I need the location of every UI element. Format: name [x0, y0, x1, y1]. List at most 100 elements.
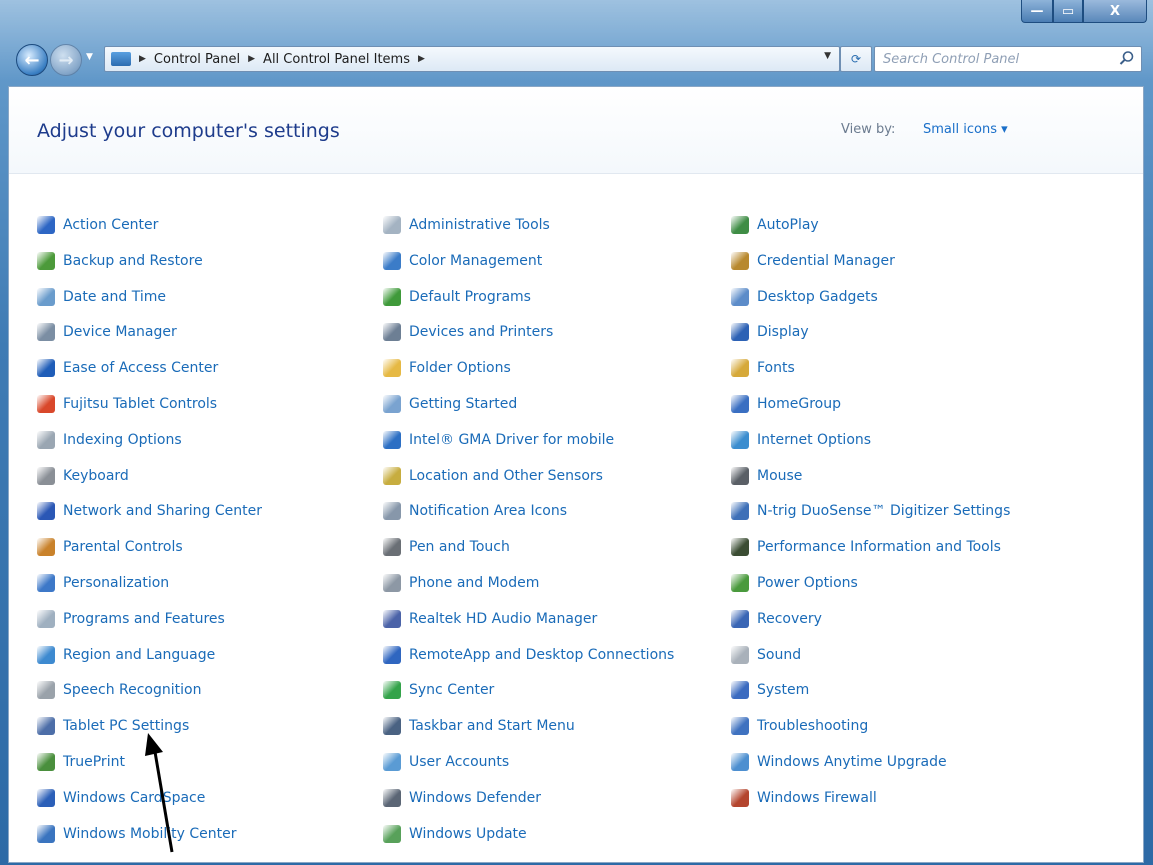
control-panel-item[interactable]: Credential Manager	[731, 249, 895, 273]
control-panel-item[interactable]: Mouse	[731, 464, 802, 488]
control-panel-item[interactable]: Backup and Restore	[37, 249, 203, 273]
close-button[interactable]: X	[1083, 0, 1147, 23]
control-panel-item[interactable]: Devices and Printers	[383, 320, 553, 344]
control-panel-item-label: Getting Started	[409, 396, 518, 412]
control-panel-item-label: Fujitsu Tablet Controls	[63, 396, 218, 412]
control-panel-item[interactable]: TruePrint	[37, 750, 125, 774]
control-panel-item[interactable]: Indexing Options	[37, 428, 182, 452]
control-panel-item[interactable]: Parental Controls	[37, 535, 183, 559]
breadcrumb-all-items[interactable]: All Control Panel Items	[263, 52, 410, 67]
view-by-label: View by:	[841, 122, 896, 137]
color-management-icon	[383, 251, 401, 270]
control-panel-item[interactable]: Color Management	[383, 249, 542, 273]
control-panel-item-label: Troubleshooting	[757, 718, 869, 735]
refresh-button[interactable]: ⟳	[840, 46, 872, 72]
control-panel-item-label: Backup and Restore	[63, 252, 203, 269]
control-panel-item[interactable]: Notification Area Icons	[383, 499, 567, 523]
control-panel-item[interactable]: Region and Language	[37, 643, 215, 667]
control-panel-item[interactable]: Action Center	[37, 213, 158, 237]
control-panel-item-label: Device Manager	[63, 324, 177, 341]
search-icon[interactable]	[1119, 50, 1135, 66]
control-panel-item[interactable]: Windows CardSpace	[37, 786, 205, 810]
control-panel-item[interactable]: Getting Started	[383, 392, 517, 416]
control-panel-item[interactable]: Pen and Touch	[383, 535, 510, 559]
control-panel-item[interactable]: Tablet PC Settings	[37, 714, 189, 738]
control-panel-item[interactable]: User Accounts	[383, 750, 509, 774]
control-panel-item[interactable]: Location and Other Sensors	[383, 464, 603, 488]
control-panel-item[interactable]: N-trig DuoSense™ Digitizer Settings	[731, 499, 1010, 523]
control-panel-item[interactable]: Date and Time	[37, 285, 166, 309]
breadcrumb-separator-icon[interactable]: ▶	[418, 54, 425, 64]
user-accounts-icon	[383, 753, 401, 771]
control-panel-item-label: Windows Firewall	[757, 789, 877, 806]
breadcrumb-control-panel[interactable]: Control Panel	[154, 52, 240, 67]
cardspace-icon	[37, 788, 55, 807]
control-panel-item[interactable]: Windows Firewall	[731, 786, 877, 810]
default-programs-icon	[383, 287, 401, 306]
minimize-button[interactable]: —	[1021, 0, 1053, 23]
control-panel-item[interactable]: Fonts	[731, 356, 795, 380]
control-panel-item[interactable]: HomeGroup	[731, 392, 841, 416]
control-panel-item[interactable]: Sync Center	[383, 678, 494, 702]
control-panel-item[interactable]: Default Programs	[383, 285, 531, 309]
address-dropdown-icon[interactable]: ▼	[824, 51, 831, 61]
breadcrumb-separator-icon[interactable]: ▶	[139, 54, 146, 64]
control-panel-item[interactable]: Troubleshooting	[731, 714, 868, 738]
control-panel-item[interactable]: Personalization	[37, 571, 169, 595]
control-panel-item-label: AutoPlay	[757, 217, 819, 233]
control-panel-item[interactable]: Speech Recognition	[37, 678, 201, 702]
control-panel-item[interactable]: Keyboard	[37, 464, 129, 488]
control-panel-item[interactable]: Performance Information and Tools	[731, 535, 1001, 559]
control-panel-item[interactable]: Power Options	[731, 571, 858, 595]
control-panel-item[interactable]: Windows Update	[383, 822, 527, 846]
control-panel-item[interactable]: System	[731, 678, 809, 702]
credential-manager-icon	[731, 251, 749, 270]
control-panel-item[interactable]: Phone and Modem	[383, 571, 539, 595]
control-panel-item[interactable]: Realtek HD Audio Manager	[383, 607, 597, 631]
control-panel-item[interactable]: Administrative Tools	[383, 213, 550, 237]
control-panel-item-label: Credential Manager	[757, 252, 895, 269]
control-panel-item[interactable]: Windows Anytime Upgrade	[731, 750, 947, 774]
breadcrumb-separator-icon[interactable]: ▶	[248, 54, 255, 64]
control-panel-item-label: Windows Defender	[409, 789, 542, 806]
control-panel-item-label: Display	[757, 324, 809, 341]
control-panel-item-label: Notification Area Icons	[409, 503, 568, 520]
control-panel-item[interactable]: Desktop Gadgets	[731, 285, 878, 309]
phone-modem-icon	[383, 574, 401, 592]
control-panel-item-label: Intel® GMA Driver for mobile	[409, 431, 615, 448]
control-panel-item-label: Realtek HD Audio Manager	[409, 610, 598, 627]
back-button[interactable]: ←	[16, 44, 48, 76]
control-panel-item[interactable]: Folder Options	[383, 356, 511, 380]
control-panel-item[interactable]: Sound	[731, 643, 801, 667]
performance-tools-icon	[731, 538, 749, 557]
control-panel-item-label: Default Programs	[409, 288, 531, 305]
search-input[interactable]: Search Control Panel	[874, 46, 1142, 72]
control-panel-item[interactable]: Network and Sharing Center	[37, 499, 262, 523]
search-placeholder: Search Control Panel	[883, 51, 1020, 67]
anytime-upgrade-icon	[731, 753, 749, 771]
control-panel-item[interactable]: Intel® GMA Driver for mobile	[383, 428, 614, 452]
control-panel-item[interactable]: Fujitsu Tablet Controls	[37, 392, 217, 416]
view-by-dropdown[interactable]: Small icons ▾	[923, 122, 1008, 137]
control-panel-item[interactable]: RemoteApp and Desktop Connections	[383, 643, 674, 667]
control-panel-item[interactable]: Device Manager	[37, 320, 177, 344]
location-sensors-icon	[383, 466, 401, 485]
address-bar[interactable]: ▶ Control Panel ▶ All Control Panel Item…	[104, 46, 840, 72]
device-manager-icon	[37, 323, 55, 342]
windows-defender-icon	[383, 788, 401, 807]
intel-gma-icon	[383, 430, 401, 449]
control-panel-item[interactable]: Recovery	[731, 607, 822, 631]
ntrig-digitizer-icon	[731, 502, 749, 521]
history-dropdown-icon[interactable]: ▼	[86, 52, 93, 62]
maximize-button[interactable]: ▭	[1053, 0, 1083, 23]
forward-button[interactable]: →	[50, 44, 82, 76]
control-panel-item[interactable]: AutoPlay	[731, 213, 819, 237]
notification-area-icon	[383, 502, 401, 521]
control-panel-item[interactable]: Taskbar and Start Menu	[383, 714, 575, 738]
control-panel-item[interactable]: Ease of Access Center	[37, 356, 218, 380]
control-panel-item[interactable]: Windows Mobility Center	[37, 822, 237, 846]
control-panel-item[interactable]: Programs and Features	[37, 607, 225, 631]
control-panel-item[interactable]: Windows Defender	[383, 786, 541, 810]
control-panel-item[interactable]: Display	[731, 320, 809, 344]
control-panel-item[interactable]: Internet Options	[731, 428, 871, 452]
